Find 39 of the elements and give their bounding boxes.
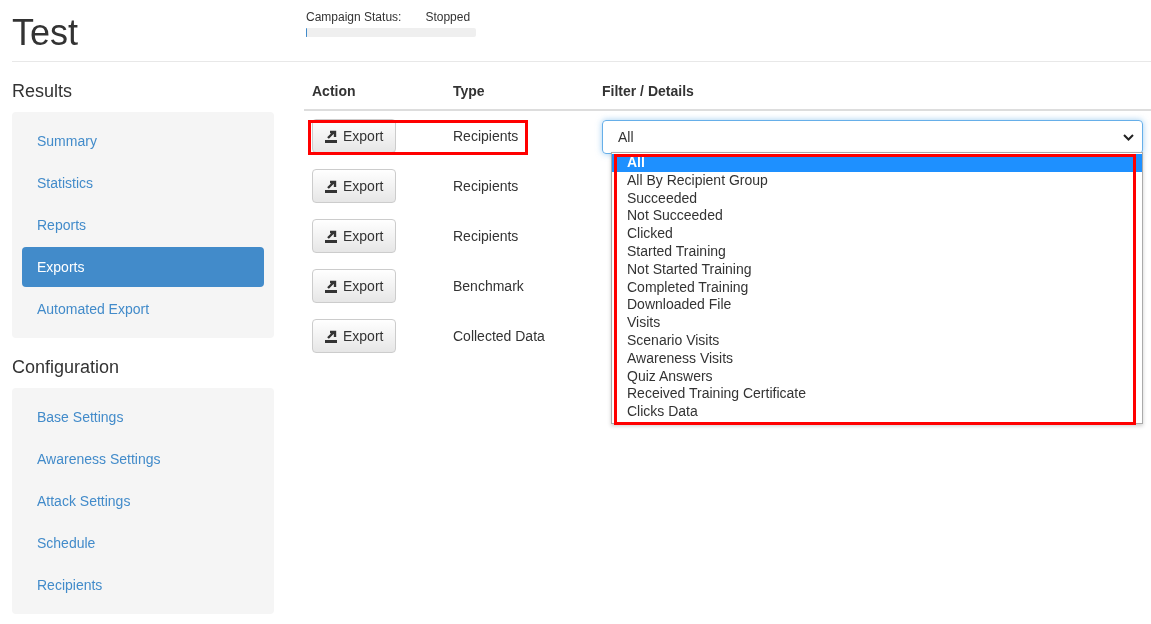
section-heading: Results: [12, 81, 74, 102]
export-icon: [325, 329, 338, 343]
export-icon: [325, 229, 338, 243]
export-button[interactable]: Export: [312, 169, 397, 203]
table-cell: Recipients: [453, 178, 519, 194]
dropdown-option[interactable]: Clicked: [612, 225, 1142, 243]
export-button[interactable]: Export: [312, 319, 397, 353]
column-header: Type: [452, 83, 486, 99]
status-value: Stopped: [425, 10, 471, 24]
dropdown-option[interactable]: Clicks Data: [612, 403, 1142, 421]
column-header: Filter / Details: [602, 83, 695, 99]
dropdown-option[interactable]: All By Recipient Group: [612, 171, 1142, 190]
table-cell: Recipients: [453, 228, 519, 244]
dropdown-option[interactable]: Succeeded: [612, 189, 1142, 208]
export-button[interactable]: Export: [312, 119, 397, 153]
page-title: Test: [12, 12, 80, 55]
dropdown-option[interactable]: Visits: [612, 314, 1142, 332]
table-cell: Benchmark: [453, 278, 524, 294]
table-cell: Recipients: [453, 128, 519, 144]
chevron-down-icon: [1123, 133, 1134, 141]
dropdown-option[interactable]: Awareness Visits: [612, 349, 1142, 368]
export-button[interactable]: Export: [312, 219, 397, 253]
export-button[interactable]: Export: [312, 269, 397, 303]
nav-item[interactable]: Exports: [22, 247, 264, 287]
dropdown-option[interactable]: Downloaded File: [612, 296, 1142, 315]
dropdown-option[interactable]: Started Training: [612, 243, 1142, 261]
table-cell: Collected Data: [453, 328, 545, 344]
dropdown-option[interactable]: Not Succeeded: [612, 207, 1142, 226]
dropdown-option[interactable]: Scenario Visits: [612, 331, 1142, 350]
status-label: Campaign Status:: [306, 10, 402, 24]
column-header: Action: [311, 83, 357, 99]
export-icon: [325, 129, 338, 143]
export-icon: [325, 279, 338, 293]
dropdown-option[interactable]: Completed Training: [612, 278, 1142, 297]
dropdown-option[interactable]: Quiz Answers: [612, 367, 1142, 386]
dropdown-option[interactable]: Not Started Training: [612, 260, 1142, 279]
section-heading: Configuration: [12, 357, 121, 378]
export-icon: [325, 179, 338, 193]
dropdown-option[interactable]: Received Training Certificate: [612, 385, 1142, 404]
